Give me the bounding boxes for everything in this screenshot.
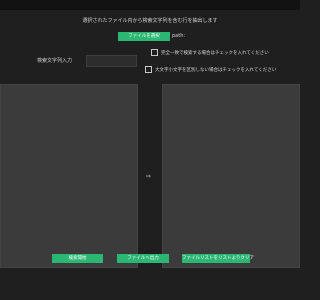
case-insensitive-option[interactable]: 大文字小文字を区別しない場合はチェックを入れてください <box>145 66 276 73</box>
start-search-button[interactable]: 検索開始 <box>52 254 103 263</box>
exact-match-checkbox[interactable] <box>151 49 158 56</box>
exact-match-label: 完全一致で検索する場合はチェックを入れてください <box>161 50 269 56</box>
path-label: path: <box>172 33 186 39</box>
arrow-right-icon: ⇨ <box>146 173 152 180</box>
search-label: 検索文字列入力 <box>37 58 73 64</box>
select-file-button[interactable]: ファイルを選択 <box>118 32 170 41</box>
result-panel[interactable] <box>162 84 300 268</box>
clear-list-button[interactable]: ファイルリストをリストよりクリア <box>182 254 254 263</box>
case-insensitive-label: 大文字小文字を区別しない場合はチェックを入れてください <box>155 67 277 73</box>
app-window: 選択されたファイル内から検索文字列を含む行を抽出します ファイルを選択 path… <box>0 0 300 300</box>
instruction-text: 選択されたファイル内から検索文字列を含む行を抽出します <box>82 18 218 24</box>
file-list-panel[interactable] <box>0 84 138 268</box>
case-insensitive-checkbox[interactable] <box>145 66 152 73</box>
search-input[interactable] <box>86 55 137 67</box>
output-file-button[interactable]: ファイルへ出力 <box>117 254 169 263</box>
exact-match-option[interactable]: 完全一致で検索する場合はチェックを入れてください <box>151 49 269 56</box>
title-bar <box>0 0 300 10</box>
